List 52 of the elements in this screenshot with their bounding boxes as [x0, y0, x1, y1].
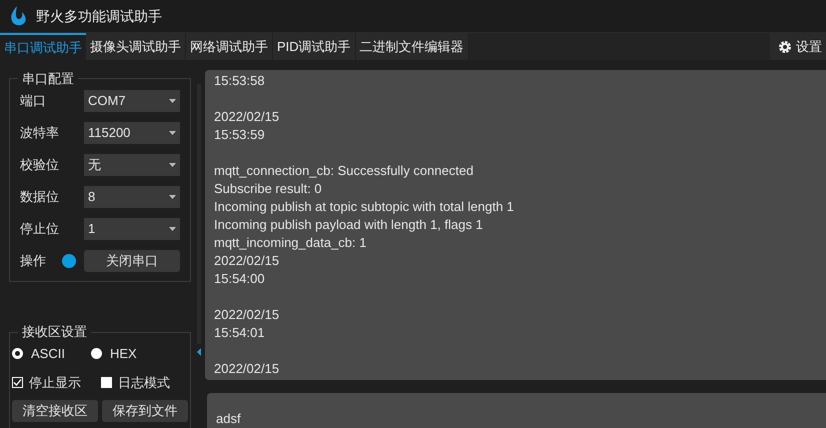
- log-line: 2022/02/15: [214, 108, 280, 126]
- log-line: Subscribe result: 0: [214, 180, 323, 198]
- window-title: 野火多功能调试助手: [36, 6, 162, 26]
- send-text-area[interactable]: adsf: [207, 392, 826, 428]
- log-line: 2022/02/15: [214, 360, 280, 378]
- radio-button[interactable]: [90, 348, 102, 360]
- log-line: mqtt_connection_cb: Successfully connected: [214, 162, 474, 180]
- tab[interactable]: PID调试助手: [273, 33, 356, 60]
- tab[interactable]: 二进制文件编辑器: [356, 33, 469, 60]
- field-label: 波特率: [20, 124, 60, 142]
- field-label: 校验位: [20, 156, 60, 174]
- receive-text-area[interactable]: [205, 70, 826, 380]
- tab[interactable]: 摄像头调试助手: [86, 33, 186, 60]
- field-label: 操作: [20, 252, 47, 270]
- field-label: 停止位: [20, 220, 60, 238]
- log-line: Incoming publish at topic subtopic with total length 1: [214, 198, 515, 216]
- dropdown[interactable]: 115200: [84, 122, 180, 144]
- caret-icon: [169, 227, 176, 231]
- radio-label: ASCII: [31, 345, 65, 363]
- tab[interactable]: 网络调试助手: [186, 33, 273, 60]
- action-button[interactable]: 清空接收区: [12, 400, 98, 422]
- caret-icon: [169, 195, 176, 199]
- settings-icon: [778, 40, 792, 54]
- dropdown[interactable]: 8: [84, 186, 180, 208]
- log-line: mqtt_incoming_data_cb: 1: [214, 234, 368, 252]
- action-button[interactable]: 保存到文件: [102, 400, 188, 422]
- send-text: adsf: [216, 410, 241, 426]
- log-line: 15:54:00: [214, 270, 266, 288]
- radio-button[interactable]: [12, 348, 23, 360]
- dropdown[interactable]: 无: [84, 154, 180, 176]
- log-line: 2022/02/15: [214, 306, 280, 324]
- splitter-arrow-icon[interactable]: [197, 348, 201, 356]
- log-line: 15:53:59: [214, 126, 266, 144]
- log-line: 15:53:58: [214, 72, 266, 90]
- checkbox[interactable]: [101, 377, 112, 388]
- dropdown[interactable]: 1: [84, 218, 180, 240]
- caret-icon: [169, 99, 176, 103]
- checkbox-label: 日志模式: [118, 374, 170, 392]
- dropdown[interactable]: COM7: [84, 90, 180, 112]
- log-line: Incoming publish payload with length 1, flags 1: [214, 216, 484, 234]
- checkbox-label: 停止显示: [29, 374, 81, 392]
- checkbox[interactable]: [12, 377, 23, 388]
- field-label: 端口: [20, 92, 47, 110]
- caret-icon: [169, 163, 176, 167]
- settings-button[interactable]: 设置: [770, 33, 826, 60]
- close-port-button[interactable]: 关闭串口: [84, 250, 180, 272]
- radio-label: HEX: [110, 345, 137, 363]
- tab[interactable]: 串口调试助手: [0, 33, 86, 60]
- caret-icon: [169, 131, 176, 135]
- field-label: 数据位: [20, 188, 60, 206]
- log-line: 15:54:01: [214, 324, 266, 342]
- log-line: 2022/02/15: [214, 252, 280, 270]
